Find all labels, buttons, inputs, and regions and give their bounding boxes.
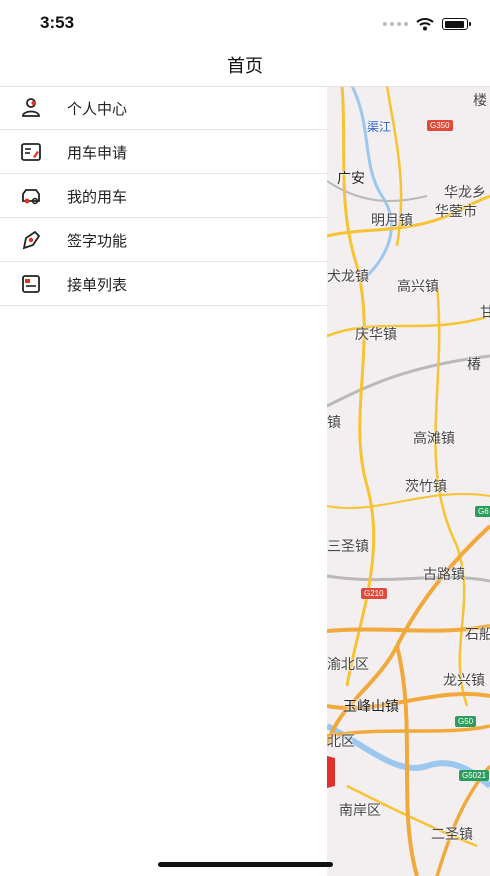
order-list-icon <box>22 275 40 293</box>
car-icon <box>22 189 40 205</box>
map-view[interactable]: 渠江 楼 广安 华龙乡 明月镇 华蓥市 犬龙镇 高兴镇 甘 庆华镇 椿 镇 高滩… <box>327 86 490 876</box>
person-icon <box>22 98 40 117</box>
page-title: 首页 <box>227 56 263 77</box>
map-label-longxing: 龙兴镇 <box>443 673 485 689</box>
wifi-icon <box>416 18 434 31</box>
map-label-chun: 椿 <box>467 357 481 373</box>
map-label-qujiang: 渠江 <box>367 120 392 134</box>
map-label-beiqu: 北区 <box>327 734 355 750</box>
map-label-gan: 甘 <box>480 305 490 321</box>
menu-label: 用车申请 <box>67 144 128 162</box>
map-label-cizhu: 茨竹镇 <box>405 479 447 495</box>
road-badge-g5021: G5021 <box>459 770 490 781</box>
map-label-shi: 石船 <box>465 627 490 643</box>
apply-form-icon <box>21 143 41 161</box>
map-label-wulong: 犬龙镇 <box>327 269 369 285</box>
status-time: 3:53 <box>40 13 75 32</box>
map-label-mingyue: 明月镇 <box>371 213 413 229</box>
home-indicator[interactable] <box>158 862 333 867</box>
status-icons <box>383 16 471 32</box>
signal-icon <box>383 22 408 26</box>
battery-icon <box>442 18 471 30</box>
map-label-yubei: 渝北区 <box>327 657 369 673</box>
map-label-huaying: 华蓥市 <box>435 204 477 220</box>
map-label-sansheng: 三圣镇 <box>327 539 369 555</box>
road-badge-g50: G50 <box>455 716 477 727</box>
menu-item-signature[interactable]: 签字功能 <box>0 218 327 262</box>
road-badge-g210: G210 <box>361 588 387 599</box>
menu-item-personal-center[interactable]: 个人中心 <box>0 86 327 130</box>
map-label-guangan: 广安 <box>337 171 365 187</box>
map-label-qinghua: 庆华镇 <box>355 327 397 343</box>
map-label-zhen: 镇 <box>327 415 341 431</box>
road-badge-g350: G350 <box>427 120 453 131</box>
map-label-gaoxing: 高兴镇 <box>397 279 439 295</box>
menu-label: 我的用车 <box>67 188 128 206</box>
map-label-gaotan: 高滩镇 <box>413 431 455 447</box>
menu-item-my-cars[interactable]: 我的用车 <box>0 174 327 218</box>
map-label-nanan: 南岸区 <box>339 803 381 819</box>
map-label-gulu: 古路镇 <box>423 567 465 583</box>
road-badge-g6: G6 <box>475 506 490 517</box>
map-label-lou: 楼 <box>473 93 487 109</box>
pen-icon <box>22 230 41 250</box>
map-label-yufengshan: 玉峰山镇 <box>343 699 399 715</box>
menu-label: 签字功能 <box>67 232 128 250</box>
status-bar: 3:53 <box>0 0 490 48</box>
menu-label: 个人中心 <box>67 100 128 118</box>
map-label-huanglong: 华龙乡 <box>444 185 486 201</box>
menu-item-order-list[interactable]: 接单列表 <box>0 262 327 306</box>
menu-item-car-application[interactable]: 用车申请 <box>0 130 327 174</box>
map-label-ersheng: 二圣镇 <box>431 827 473 843</box>
menu-label: 接单列表 <box>67 276 128 294</box>
nav-bar: 首页 <box>0 48 490 87</box>
side-menu: 个人中心 用车申请 我的用车 签字功能 接单列表 <box>0 86 327 876</box>
